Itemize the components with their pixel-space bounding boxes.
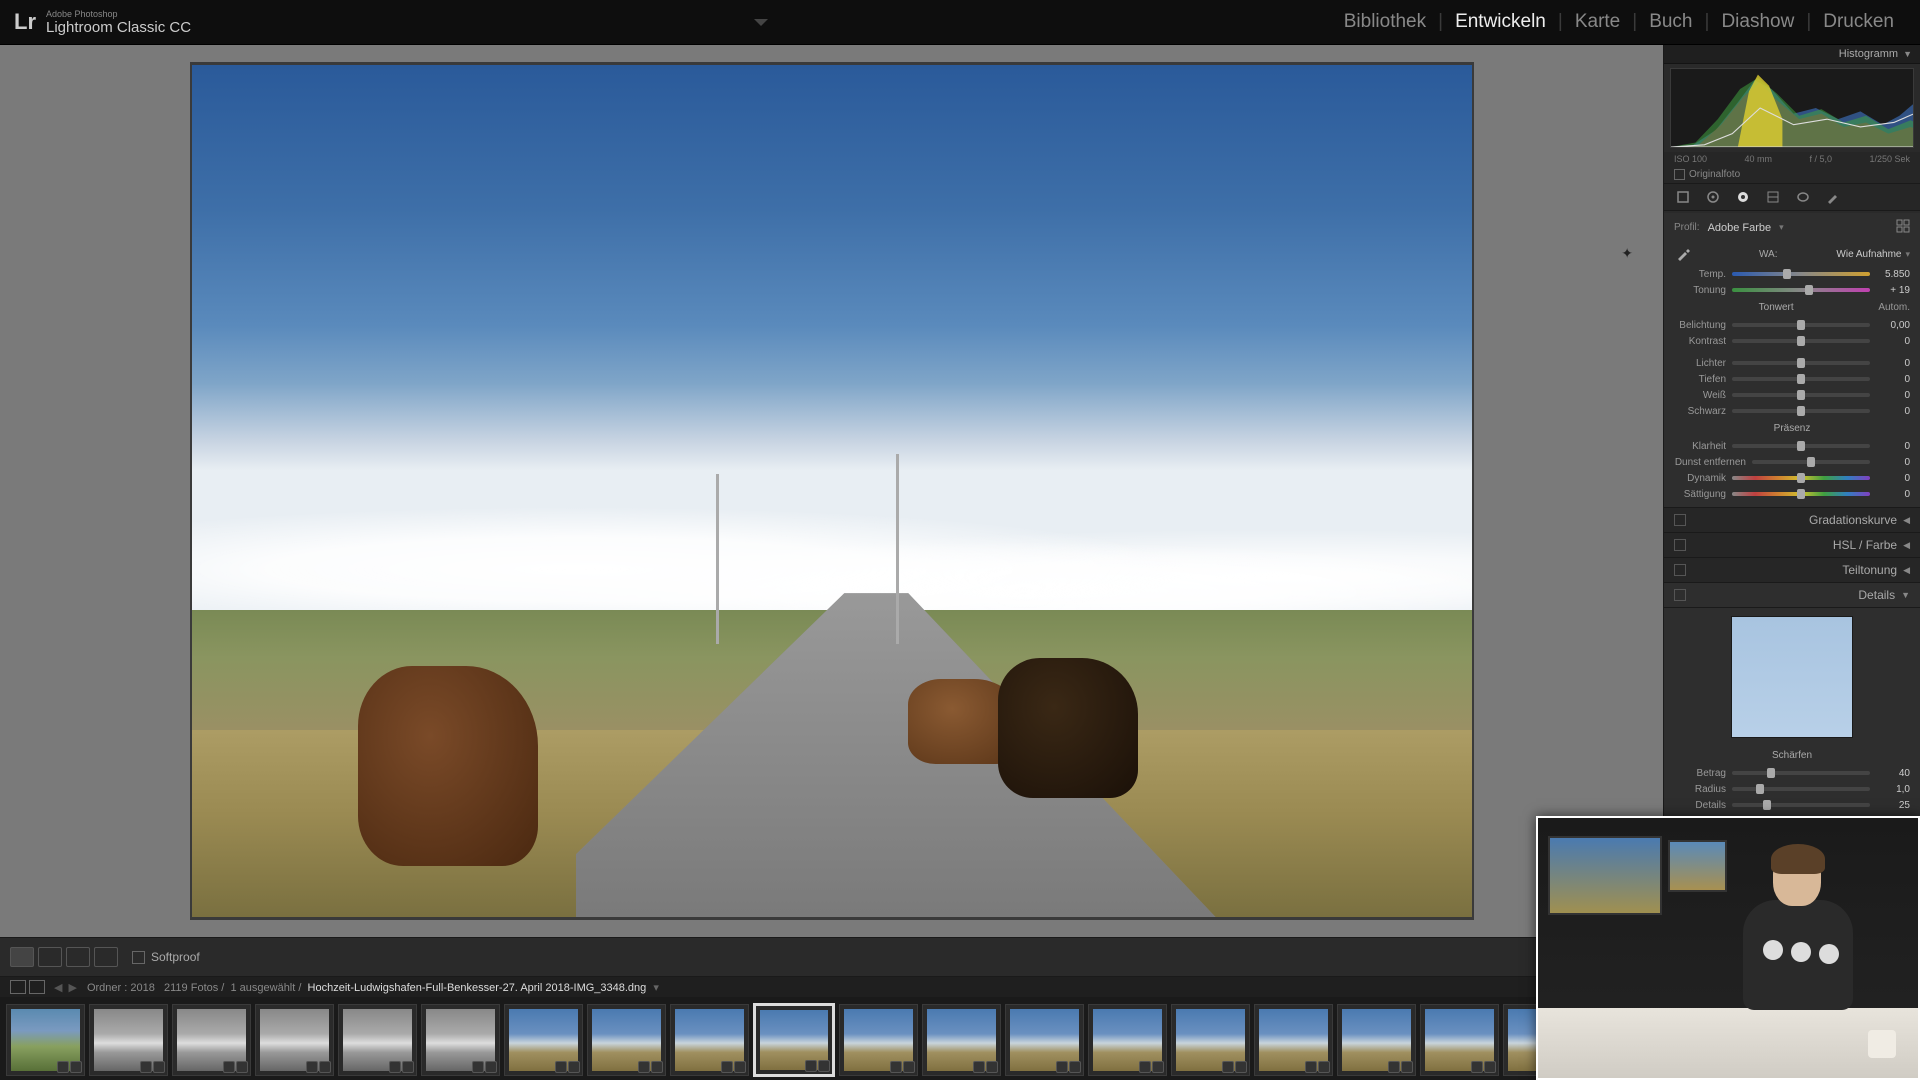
- photo-frame: [190, 62, 1474, 920]
- app-name: Lightroom Classic CC: [46, 19, 191, 36]
- slider-vibrance[interactable]: Dynamik0: [1664, 470, 1920, 486]
- filmstrip-thumb[interactable]: [504, 1004, 583, 1076]
- module-switcher: Bibliothek| Entwickeln| Karte| Buch| Dia…: [1332, 11, 1906, 33]
- profile-dropdown[interactable]: Adobe Farbe: [1708, 222, 1772, 234]
- top-bar: Lr Adobe Photoshop Lightroom Classic CC …: [0, 0, 1920, 45]
- basic-panel: Profil: Adobe Farbe ▾ WA: Wie Aufnahme ▾…: [1664, 213, 1920, 508]
- exif-focal: 40 mm: [1745, 154, 1773, 164]
- filmstrip-thumb[interactable]: [172, 1004, 251, 1076]
- slider-highlights[interactable]: Lichter0: [1664, 355, 1920, 371]
- workspace: ✦ Histogramm▼ ISO 100 40 mm f / 5,0 1/25…: [0, 45, 1920, 937]
- slider-contrast[interactable]: Kontrast0: [1664, 333, 1920, 349]
- detail-preview[interactable]: [1731, 616, 1853, 738]
- exif-shutter: 1/250 Sek: [1869, 154, 1910, 164]
- filmstrip-thumb[interactable]: [1005, 1004, 1084, 1076]
- filmstrip-thumb[interactable]: [1254, 1004, 1333, 1076]
- module-slideshow[interactable]: Diashow: [1709, 11, 1806, 33]
- panel-tonecurve[interactable]: Gradationskurve◀: [1664, 508, 1920, 533]
- histogram-title: Histogramm: [1839, 48, 1898, 60]
- cursor-icon: ✦: [1621, 245, 1633, 262]
- slider-whites[interactable]: Weiß0: [1664, 387, 1920, 403]
- slider-sharpen-radius[interactable]: Radius1,0: [1664, 781, 1920, 797]
- filmstrip-thumb[interactable]: [421, 1004, 500, 1076]
- chevron-down-icon[interactable]: [754, 19, 768, 26]
- vendor-label: Adobe Photoshop: [46, 9, 191, 19]
- filmstrip-thumb[interactable]: [670, 1004, 749, 1076]
- exif-aperture: f / 5,0: [1809, 154, 1832, 164]
- filmstrip-thumb[interactable]: [1171, 1004, 1250, 1076]
- exif-readout: ISO 100 40 mm f / 5,0 1/250 Sek: [1664, 152, 1920, 166]
- main-viewer[interactable]: ✦: [0, 45, 1663, 937]
- photo[interactable]: [192, 65, 1472, 917]
- module-library[interactable]: Bibliothek: [1332, 11, 1438, 33]
- slider-clarity[interactable]: Klarheit0: [1664, 438, 1920, 454]
- filmstrip-thumb[interactable]: [922, 1004, 1001, 1076]
- tone-header: Tonwert: [1674, 302, 1878, 313]
- filmstrip-thumb[interactable]: [1337, 1004, 1416, 1076]
- before-after-split-icon[interactable]: [94, 947, 118, 967]
- brush-tool-icon[interactable]: [1824, 188, 1842, 206]
- module-print[interactable]: Drucken: [1811, 11, 1906, 33]
- original-toggle[interactable]: Originalfoto: [1664, 166, 1920, 183]
- slider-temp[interactable]: Temp. 5.850: [1664, 266, 1920, 282]
- radial-tool-icon[interactable]: [1794, 188, 1812, 206]
- profile-label: Profil:: [1674, 222, 1700, 233]
- histogram[interactable]: [1670, 68, 1914, 148]
- module-book[interactable]: Buch: [1637, 11, 1704, 33]
- panel-details: Schärfen Betrag40 Radius1,0 Details25 Ma…: [1664, 608, 1920, 830]
- filmstrip-thumb[interactable]: [89, 1004, 168, 1076]
- filmstrip-thumb[interactable]: [839, 1004, 918, 1076]
- wb-label: WA:: [1700, 249, 1836, 260]
- softproof-toggle[interactable]: Softproof: [132, 950, 200, 964]
- profile-browser-icon[interactable]: [1896, 219, 1910, 236]
- slider-tint[interactable]: Tonung + 19: [1664, 282, 1920, 298]
- panel-details-header[interactable]: Details▼: [1664, 583, 1920, 608]
- app-logo: Lr: [14, 9, 36, 35]
- slider-shadows[interactable]: Tiefen0: [1664, 371, 1920, 387]
- main-window-icon[interactable]: [10, 980, 26, 994]
- current-file: Hochzeit-Ludwigshafen-Full-Benkesser-27.…: [308, 982, 647, 994]
- original-label: Originalfoto: [1689, 169, 1740, 180]
- module-map[interactable]: Karte: [1563, 11, 1632, 33]
- slider-dehaze[interactable]: Dunst entfernen0: [1664, 454, 1920, 470]
- filmstrip-thumb[interactable]: [587, 1004, 666, 1076]
- filmstrip-thumb[interactable]: [6, 1004, 85, 1076]
- histogram-header[interactable]: Histogramm▼: [1664, 45, 1920, 64]
- spot-tool-icon[interactable]: [1704, 188, 1722, 206]
- checkbox-icon[interactable]: [132, 951, 145, 964]
- checkbox-icon[interactable]: [1674, 169, 1685, 180]
- slider-blacks[interactable]: Schwarz0: [1664, 403, 1920, 419]
- auto-tone-button[interactable]: Autom.: [1878, 302, 1910, 313]
- presence-header: Präsenz: [1674, 423, 1910, 434]
- loupe-view-icon[interactable]: [10, 947, 34, 967]
- filmstrip-thumb[interactable]: [255, 1004, 334, 1076]
- eyedropper-icon[interactable]: [1674, 245, 1692, 263]
- exif-iso: ISO 100: [1674, 154, 1707, 164]
- second-window-icon[interactable]: [29, 980, 45, 994]
- slider-exposure[interactable]: Belichtung0,00: [1664, 317, 1920, 333]
- softproof-label: Softproof: [151, 950, 200, 964]
- slider-sharpen-amount[interactable]: Betrag40: [1664, 765, 1920, 781]
- module-develop[interactable]: Entwickeln: [1443, 11, 1558, 33]
- before-after-lr-icon[interactable]: [38, 947, 62, 967]
- slider-sharpen-detail[interactable]: Details25: [1664, 797, 1920, 813]
- local-tools: [1664, 183, 1920, 211]
- slider-saturation[interactable]: Sättigung0: [1664, 486, 1920, 507]
- wb-dropdown[interactable]: Wie Aufnahme: [1836, 249, 1901, 260]
- panel-splittone[interactable]: Teiltonung◀: [1664, 558, 1920, 583]
- crop-tool-icon[interactable]: [1674, 188, 1692, 206]
- sharpen-header: Schärfen: [1674, 750, 1910, 761]
- filmstrip-thumb[interactable]: [1420, 1004, 1499, 1076]
- filmstrip-thumb[interactable]: [1088, 1004, 1167, 1076]
- panel-hsl[interactable]: HSL / Farbe◀: [1664, 533, 1920, 558]
- breadcrumb[interactable]: Ordner : 2018 2119 Fotos / 1 ausgewählt …: [87, 981, 659, 994]
- develop-panel: Histogramm▼ ISO 100 40 mm f / 5,0 1/250 …: [1663, 45, 1920, 937]
- filmstrip-thumb[interactable]: [338, 1004, 417, 1076]
- gradient-tool-icon[interactable]: [1764, 188, 1782, 206]
- before-after-tb-icon[interactable]: [66, 947, 90, 967]
- redeye-tool-icon[interactable]: [1734, 188, 1752, 206]
- filmstrip-thumb[interactable]: [753, 1003, 834, 1077]
- app-brand: Adobe Photoshop Lightroom Classic CC: [46, 9, 191, 36]
- webcam-overlay: [1536, 816, 1920, 1080]
